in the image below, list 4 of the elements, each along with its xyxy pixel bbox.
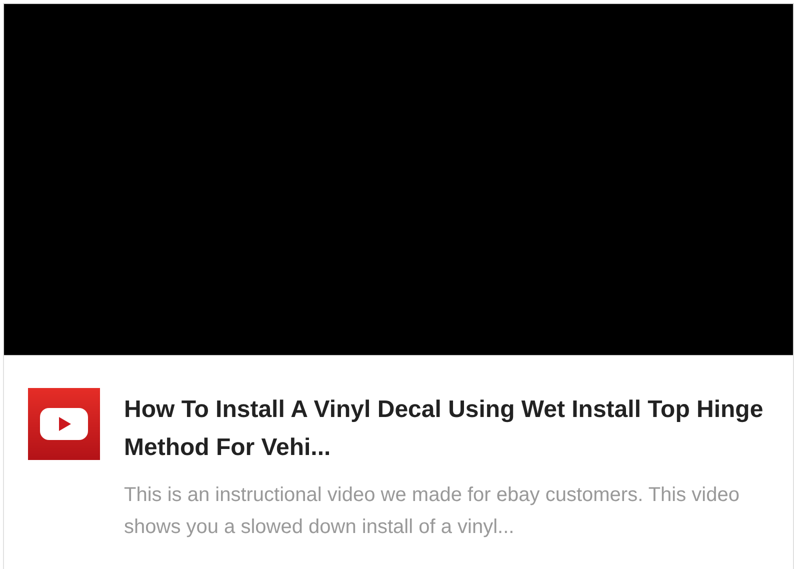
video-title[interactable]: How To Install A Vinyl Decal Using Wet Install Top Hinge Method For Vehi... <box>124 391 764 467</box>
video-description: This is an instructional video we made for ebay customers. This video shows you a slowed down install of a vinyl... <box>124 483 740 540</box>
video-player[interactable] <box>4 4 793 356</box>
play-icon <box>28 388 100 460</box>
